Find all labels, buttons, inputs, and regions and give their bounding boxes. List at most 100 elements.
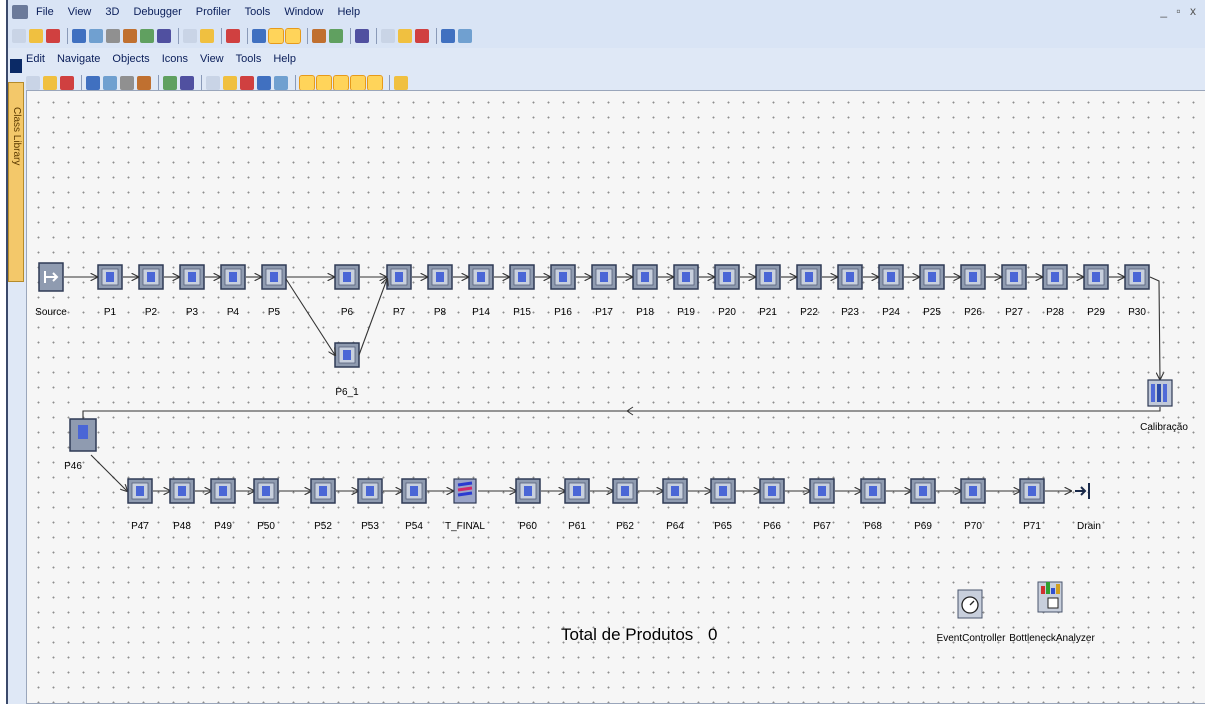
- network-icon[interactable]: [200, 29, 214, 43]
- class-library-pin-icon[interactable]: [10, 59, 22, 73]
- station-p8[interactable]: P8: [427, 264, 453, 318]
- zoom-out-icon[interactable]: [223, 76, 237, 90]
- gear-yellow-icon[interactable]: [285, 28, 301, 44]
- 3d-icon[interactable]: [312, 29, 326, 43]
- station-p25[interactable]: P25: [919, 264, 945, 318]
- station-p61[interactable]: P61: [564, 478, 590, 532]
- station-p49[interactable]: P49: [210, 478, 236, 532]
- bottleneck-analyzer[interactable]: BottleneckAnalyzer: [1009, 581, 1095, 644]
- go-home-icon[interactable]: [43, 76, 57, 90]
- 3d-off-icon[interactable]: [329, 29, 343, 43]
- station-p65[interactable]: P65: [710, 478, 736, 532]
- station-p14[interactable]: P14: [468, 264, 494, 318]
- frame-icon[interactable]: [106, 29, 120, 43]
- play-icon[interactable]: [120, 76, 134, 90]
- station-p68[interactable]: P68: [860, 478, 886, 532]
- t-final-node[interactable]: T_FINAL: [445, 478, 485, 532]
- menu-navigate[interactable]: Navigate: [57, 53, 100, 65]
- station-p5[interactable]: P5: [261, 264, 287, 318]
- menu-objects[interactable]: Objects: [112, 53, 149, 65]
- print-icon[interactable]: [257, 76, 271, 90]
- station-p30[interactable]: P30: [1124, 264, 1150, 318]
- pen-icon[interactable]: [274, 76, 288, 90]
- station-p52[interactable]: P52: [310, 478, 336, 532]
- calibration-node[interactable]: Calibração: [1140, 379, 1188, 433]
- open-folder-icon[interactable]: [46, 29, 60, 43]
- parent-icon[interactable]: [60, 76, 74, 90]
- step-icon[interactable]: [137, 76, 151, 90]
- station-p6-1[interactable]: P6_1: [334, 342, 360, 398]
- new-icon[interactable]: [12, 29, 26, 43]
- station-p3[interactable]: P3: [179, 264, 205, 318]
- save-icon[interactable]: [72, 29, 86, 43]
- model-canvas[interactable]: Source P1 P2 P3 P4 P5 P6 P7 P8 P14 P15 P16 P17 P18 P19…: [26, 90, 1205, 704]
- station-p71[interactable]: P71: [1019, 478, 1045, 532]
- connect-icon[interactable]: [299, 75, 315, 91]
- station-p1[interactable]: P1: [97, 264, 123, 318]
- menu-view[interactable]: View: [68, 6, 92, 18]
- event-icon[interactable]: [86, 76, 100, 90]
- drain-node[interactable]: Drain: [1075, 483, 1101, 532]
- open-icon[interactable]: [29, 29, 43, 43]
- station-p54[interactable]: P54: [401, 478, 427, 532]
- menu-3d[interactable]: 3D: [105, 6, 119, 18]
- menu-frame-tools[interactable]: Tools: [236, 53, 262, 65]
- menu-tools[interactable]: Tools: [245, 6, 271, 18]
- copy-icon[interactable]: [355, 29, 369, 43]
- station-p64[interactable]: P64: [662, 478, 688, 532]
- reset-icon[interactable]: [103, 76, 117, 90]
- flow-icon[interactable]: [316, 75, 332, 91]
- menu-help[interactable]: Help: [337, 6, 360, 18]
- station-p2[interactable]: P2: [138, 264, 164, 318]
- station-p70[interactable]: P70: [960, 478, 986, 532]
- station-p20[interactable]: P20: [714, 264, 740, 318]
- gear-active-icon[interactable]: [268, 28, 284, 44]
- station-p15[interactable]: P15: [509, 264, 535, 318]
- station-p27[interactable]: P27: [1001, 264, 1027, 318]
- station-p23[interactable]: P23: [837, 264, 863, 318]
- info-icon[interactable]: [394, 76, 408, 90]
- window-controls[interactable]: _ ▫ x: [1160, 4, 1199, 18]
- window-tile-icon[interactable]: [458, 29, 472, 43]
- menu-file[interactable]: File: [36, 6, 54, 18]
- info-icon[interactable]: [226, 29, 240, 43]
- event-controller[interactable]: EventController: [937, 589, 1007, 644]
- station-p4[interactable]: P4: [220, 264, 246, 318]
- dialog-icon[interactable]: [140, 29, 154, 43]
- menu-debugger[interactable]: Debugger: [133, 6, 181, 18]
- station-p29[interactable]: P29: [1083, 264, 1109, 318]
- station-p47[interactable]: P47: [127, 478, 153, 532]
- station-p24[interactable]: P24: [878, 264, 904, 318]
- station-p48[interactable]: P48: [169, 478, 195, 532]
- station-p53[interactable]: P53: [357, 478, 383, 532]
- station-p6[interactable]: P6: [334, 264, 360, 318]
- binoculars-icon[interactable]: [26, 76, 40, 90]
- station-p26[interactable]: P26: [960, 264, 986, 318]
- station-p60[interactable]: P60: [515, 478, 541, 532]
- class-library-tab[interactable]: Class Library: [8, 59, 24, 282]
- station-p67[interactable]: P67: [809, 478, 835, 532]
- grid-icon[interactable]: [350, 75, 366, 91]
- save-all-icon[interactable]: [89, 29, 103, 43]
- menu-frame-help[interactable]: Help: [273, 53, 296, 65]
- station-p22[interactable]: P22: [796, 264, 822, 318]
- window-icon[interactable]: [441, 29, 455, 43]
- wizard-icon[interactable]: [157, 29, 171, 43]
- station-p50[interactable]: P50: [253, 478, 279, 532]
- menu-window[interactable]: Window: [284, 6, 323, 18]
- station-p66[interactable]: P66: [759, 478, 785, 532]
- menu-edit[interactable]: Edit: [26, 53, 45, 65]
- fit-icon[interactable]: [240, 76, 254, 90]
- station-p62[interactable]: P62: [612, 478, 638, 532]
- source-node[interactable]: Source: [35, 262, 67, 318]
- comment-icon[interactable]: [333, 75, 349, 91]
- station-p7[interactable]: P7: [386, 264, 412, 318]
- profiler-icon[interactable]: [398, 29, 412, 43]
- station-p17[interactable]: P17: [591, 264, 617, 318]
- event-controller-icon[interactable]: [252, 29, 266, 43]
- broom-icon[interactable]: [180, 76, 194, 90]
- menu-profiler[interactable]: Profiler: [196, 6, 231, 18]
- menu-frame-view[interactable]: View: [200, 53, 224, 65]
- station-p28[interactable]: P28: [1042, 264, 1068, 318]
- bottleneck-icon[interactable]: [367, 75, 383, 91]
